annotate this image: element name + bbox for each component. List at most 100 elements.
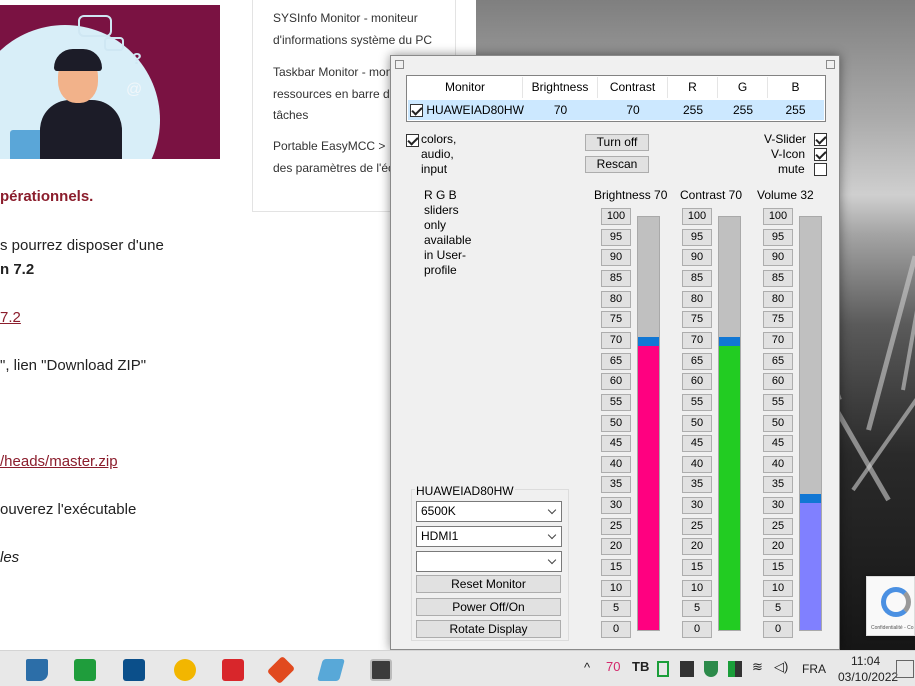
related-link-sysinfo[interactable]: SYSInfo Monitor - moniteur <box>273 8 418 28</box>
brightness-step-button[interactable]: 20 <box>601 538 631 555</box>
volume-step-button[interactable]: 55 <box>763 394 793 411</box>
volume-step-button[interactable]: 15 <box>763 559 793 576</box>
language-indicator[interactable]: FRA <box>802 662 826 676</box>
related-link-easymcc-desc[interactable]: des paramètres de l'éc <box>273 158 394 178</box>
col-header-contrast[interactable]: Contrast <box>598 77 668 98</box>
contrast-step-button[interactable]: 90 <box>682 249 712 266</box>
brightness-step-button[interactable]: 60 <box>601 373 631 390</box>
contrast-step-button[interactable]: 35 <box>682 476 712 493</box>
contrast-step-button[interactable]: 50 <box>682 415 712 432</box>
contrast-step-button[interactable]: 15 <box>682 559 712 576</box>
brightness-step-button[interactable]: 70 <box>601 332 631 349</box>
tools-app-icon[interactable] <box>266 655 296 685</box>
media-player-icon[interactable] <box>174 659 196 681</box>
volume-step-button[interactable]: 45 <box>763 435 793 452</box>
brightness-step-button[interactable]: 10 <box>601 580 631 597</box>
notifications-icon[interactable] <box>896 660 914 678</box>
contrast-step-button[interactable]: 70 <box>682 332 712 349</box>
volume-slider-track[interactable] <box>799 216 822 631</box>
volume-step-button[interactable]: 30 <box>763 497 793 514</box>
wifi-icon[interactable]: ≋ <box>752 659 763 675</box>
volume-step-button[interactable]: 25 <box>763 518 793 535</box>
notepad-app-icon[interactable] <box>370 659 392 681</box>
col-header-r[interactable]: R <box>668 77 718 98</box>
brightness-step-button[interactable]: 35 <box>601 476 631 493</box>
brightness-step-button[interactable]: 55 <box>601 394 631 411</box>
volume-step-button[interactable]: 35 <box>763 476 793 493</box>
archive-app-icon[interactable] <box>222 659 244 681</box>
volume-step-button[interactable]: 70 <box>763 332 793 349</box>
contrast-step-button[interactable]: 75 <box>682 311 712 328</box>
color-temp-select[interactable]: 6500K <box>416 501 562 522</box>
brightness-step-button[interactable]: 15 <box>601 559 631 576</box>
volume-step-button[interactable]: 95 <box>763 229 793 246</box>
table-row[interactable]: HUAWEIAD80HW 70 70 255 255 255 <box>408 100 824 120</box>
brightness-step-button[interactable]: 25 <box>601 518 631 535</box>
contrast-step-button[interactable]: 80 <box>682 291 712 308</box>
brightness-step-button[interactable]: 95 <box>601 229 631 246</box>
contrast-step-button[interactable]: 25 <box>682 518 712 535</box>
link-master-zip[interactable]: /heads/master.zip <box>0 453 118 470</box>
contrast-step-button[interactable]: 85 <box>682 270 712 287</box>
col-header-monitor[interactable]: Monitor <box>408 77 523 98</box>
volume-step-button[interactable]: 5 <box>763 600 793 617</box>
network-meter-tray-icon[interactable] <box>728 661 742 677</box>
rescan-button[interactable]: Rescan <box>585 156 649 173</box>
col-header-brightness[interactable]: Brightness <box>523 77 598 98</box>
monitor-brightness-tray[interactable]: 70 <box>606 659 620 674</box>
shield-tray-icon[interactable] <box>704 661 718 677</box>
volume-step-button[interactable]: 90 <box>763 249 793 266</box>
mute-checkbox[interactable] <box>814 163 827 176</box>
brightness-slider-track[interactable] <box>637 216 660 631</box>
extra-select[interactable] <box>416 551 562 572</box>
brightness-step-button[interactable]: 100 <box>601 208 631 225</box>
contrast-step-button[interactable]: 0 <box>682 621 712 638</box>
contrast-step-button[interactable]: 60 <box>682 373 712 390</box>
contrast-step-button[interactable]: 5 <box>682 600 712 617</box>
brightness-step-button[interactable]: 40 <box>601 456 631 473</box>
volume-slider-thumb[interactable] <box>800 494 821 503</box>
rotate-display-button[interactable]: Rotate Display <box>416 620 561 638</box>
volume-step-button[interactable]: 80 <box>763 291 793 308</box>
chevron-up-icon[interactable]: ^ <box>584 660 590 675</box>
col-header-g[interactable]: G <box>718 77 768 98</box>
volume-step-button[interactable]: 85 <box>763 270 793 287</box>
volume-step-button[interactable]: 40 <box>763 456 793 473</box>
volume-step-button[interactable]: 50 <box>763 415 793 432</box>
brightness-step-button[interactable]: 30 <box>601 497 631 514</box>
reset-monitor-button[interactable]: Reset Monitor <box>416 575 561 593</box>
brightness-step-button[interactable]: 65 <box>601 353 631 370</box>
related-link-taskbar-desc[interactable]: ressources en barre d <box>273 84 390 104</box>
v-icon-checkbox[interactable] <box>814 148 827 161</box>
volume-step-button[interactable]: 100 <box>763 208 793 225</box>
clock-time[interactable]: 11:04 <box>851 654 880 668</box>
contrast-slider-track[interactable] <box>718 216 741 631</box>
upload-tray-icon[interactable] <box>657 661 669 677</box>
speaker-icon[interactable]: ◁) <box>774 659 788 675</box>
brightness-step-button[interactable]: 80 <box>601 291 631 308</box>
notes-app-icon[interactable] <box>317 659 345 681</box>
volume-step-button[interactable]: 75 <box>763 311 793 328</box>
tb-tray-icon[interactable]: TB <box>632 659 649 674</box>
contrast-step-button[interactable]: 40 <box>682 456 712 473</box>
recaptcha-badge[interactable]: Confidentialité - Co <box>866 576 915 636</box>
sticky-notes-icon[interactable] <box>26 659 48 681</box>
clock-date[interactable]: 03/10/2022 <box>838 670 898 684</box>
brightness-step-button[interactable]: 0 <box>601 621 631 638</box>
volume-step-button[interactable]: 10 <box>763 580 793 597</box>
volume-step-button[interactable]: 60 <box>763 373 793 390</box>
turn-off-button[interactable]: Turn off <box>585 134 649 151</box>
contrast-step-button[interactable]: 20 <box>682 538 712 555</box>
remote-app-icon[interactable] <box>123 659 145 681</box>
brightness-step-button[interactable]: 90 <box>601 249 631 266</box>
related-link-taskbar[interactable]: Taskbar Monitor - moni <box>273 62 395 82</box>
brightness-slider-thumb[interactable] <box>638 337 659 346</box>
sd-card-tray-icon[interactable] <box>680 661 694 677</box>
contrast-step-button[interactable]: 95 <box>682 229 712 246</box>
volume-step-button[interactable]: 20 <box>763 538 793 555</box>
contrast-slider-thumb[interactable] <box>719 337 740 346</box>
brightness-step-button[interactable]: 45 <box>601 435 631 452</box>
contrast-step-button[interactable]: 45 <box>682 435 712 452</box>
power-off-on-button[interactable]: Power Off/On <box>416 598 561 616</box>
input-source-select[interactable]: HDMI1 <box>416 526 562 547</box>
